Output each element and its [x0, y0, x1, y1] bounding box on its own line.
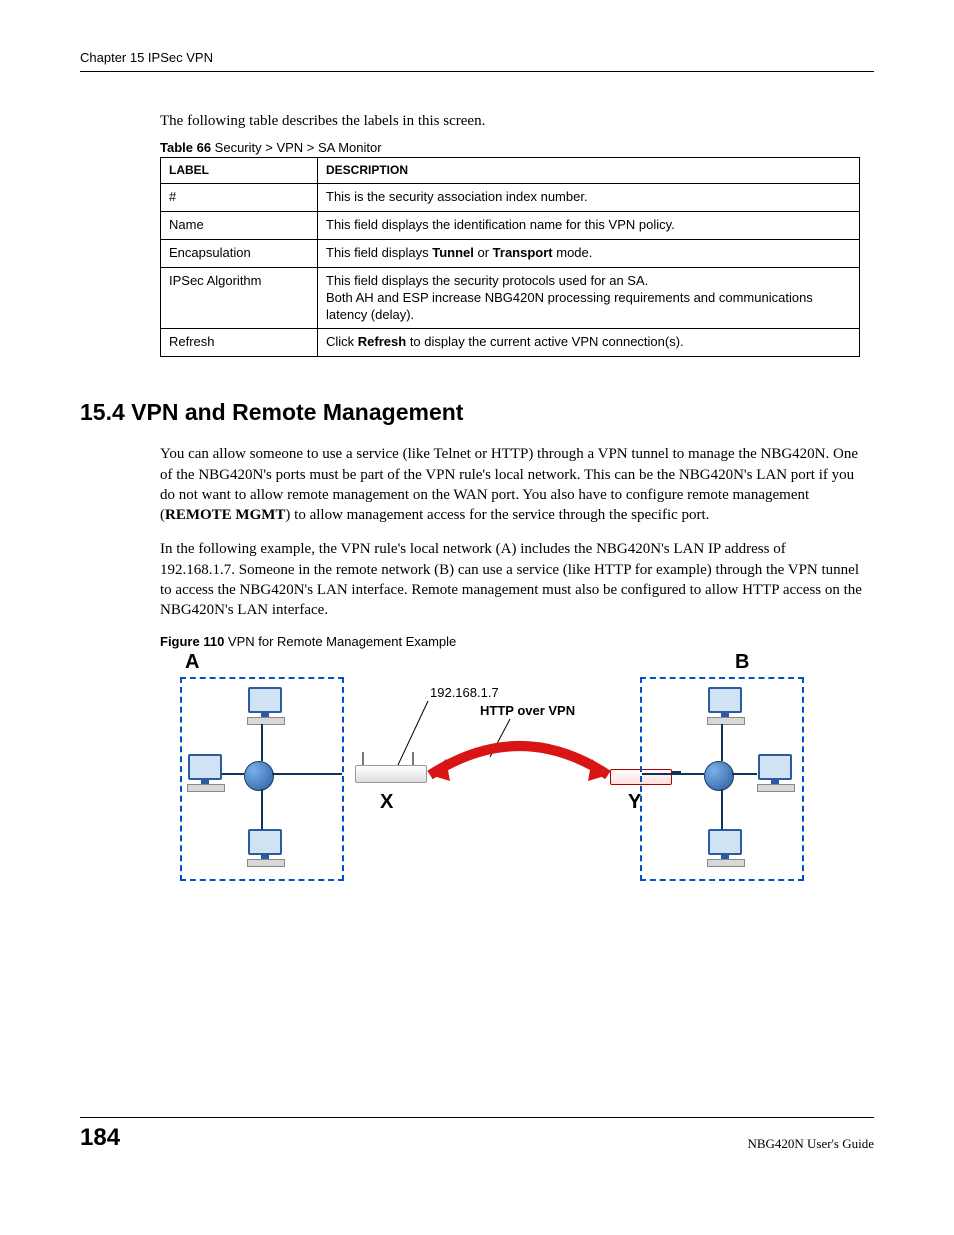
table-caption: Table 66 Security > VPN > SA Monitor	[160, 140, 874, 155]
cell-label: IPSec Algorithm	[161, 267, 318, 329]
network-diagram: A X 192.168.1.7 HTTP over VPN Y B	[180, 657, 800, 917]
col-label: LABEL	[161, 157, 318, 184]
label-b: B	[735, 651, 749, 674]
cell-desc: Click Refresh to display the current act…	[318, 329, 860, 357]
figure-title: VPN for Remote Management Example	[224, 634, 456, 649]
cell-label: Refresh	[161, 329, 318, 357]
gateway-device-x	[355, 765, 427, 783]
body-paragraph-1: You can allow someone to use a service (…	[160, 444, 864, 525]
table-row: Name This field displays the identificat…	[161, 211, 860, 239]
table-number: Table 66	[160, 140, 211, 155]
guide-title: NBG420N User's Guide	[747, 1136, 874, 1152]
network-lines	[642, 679, 802, 879]
figure-caption: Figure 110 VPN for Remote Management Exa…	[160, 634, 874, 649]
antenna-icon	[362, 752, 364, 766]
network-lines	[182, 679, 342, 879]
table-breadcrumb: Security > VPN > SA Monitor	[211, 140, 382, 155]
table-row: IPSec Algorithm This field displays the …	[161, 267, 860, 329]
cell-desc: This field displays the security protoco…	[318, 267, 860, 329]
intro-paragraph: The following table describes the labels…	[160, 112, 874, 132]
label-a: A	[185, 651, 199, 674]
col-description: DESCRIPTION	[318, 157, 860, 184]
cell-label: Name	[161, 211, 318, 239]
ip-address-label: 192.168.1.7	[430, 685, 499, 700]
table-row: Refresh Click Refresh to display the cur…	[161, 329, 860, 357]
cell-desc: This is the security association index n…	[318, 184, 860, 212]
section-heading: 15.4 VPN and Remote Management	[80, 399, 874, 426]
table-row: Encapsulation This field displays Tunnel…	[161, 239, 860, 267]
table-row: # This is the security association index…	[161, 184, 860, 212]
chapter-header: Chapter 15 IPSec VPN	[80, 50, 874, 72]
sa-monitor-table: LABEL DESCRIPTION # This is the security…	[160, 157, 860, 358]
page-footer: 184 NBG420N User's Guide	[80, 1117, 874, 1152]
cell-label: #	[161, 184, 318, 212]
network-group-b	[640, 677, 804, 881]
figure-number: Figure 110	[160, 634, 224, 649]
page-number: 184	[80, 1124, 120, 1152]
cell-desc: This field displays the identification n…	[318, 211, 860, 239]
label-x: X	[380, 791, 393, 814]
antenna-icon	[412, 752, 414, 766]
http-over-vpn-label: HTTP over VPN	[480, 703, 575, 718]
cell-label: Encapsulation	[161, 239, 318, 267]
cell-desc: This field displays Tunnel or Transport …	[318, 239, 860, 267]
network-group-a	[180, 677, 344, 881]
body-paragraph-2: In the following example, the VPN rule's…	[160, 539, 864, 620]
